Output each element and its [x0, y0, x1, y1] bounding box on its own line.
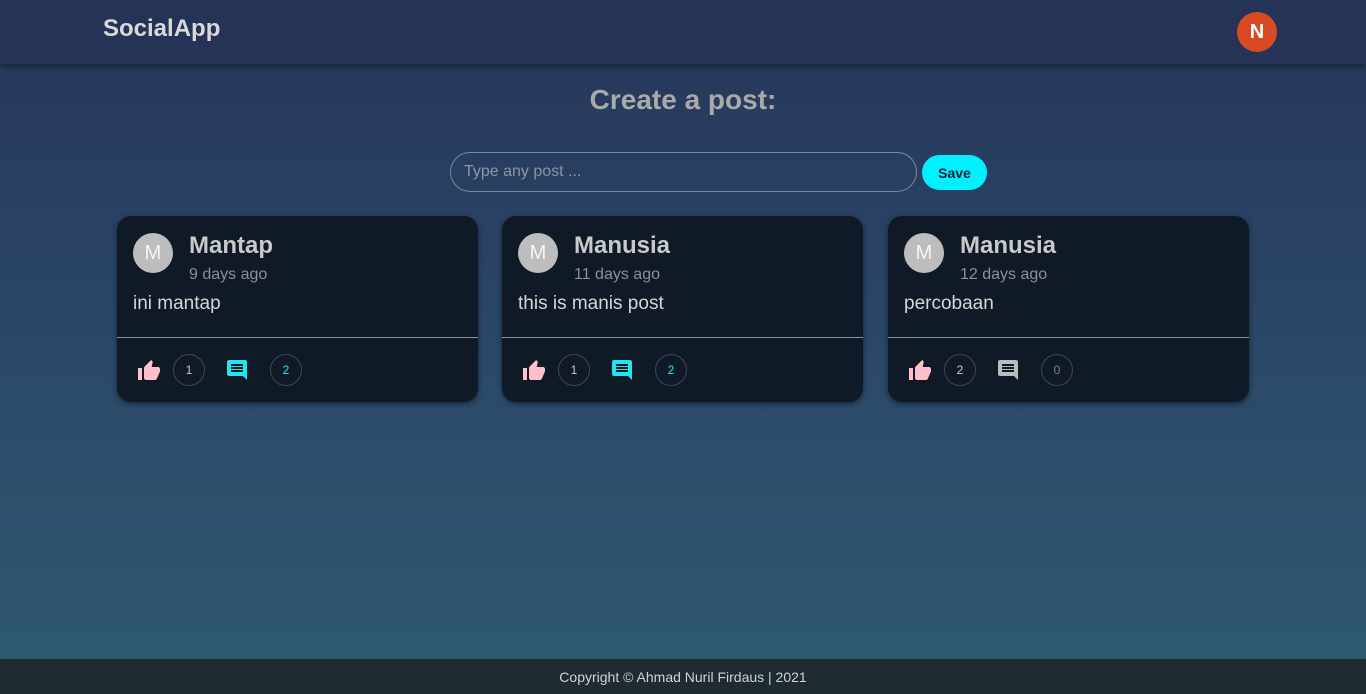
- copyright-text: Copyright © Ahmad Nuril Firdaus | 2021: [559, 668, 807, 685]
- post-timestamp: 12 days ago: [960, 266, 1048, 283]
- comment-count: 2: [270, 354, 302, 386]
- post-content: this is manis post: [518, 293, 664, 314]
- like-count: 1: [558, 354, 590, 386]
- post-author: Manusia: [960, 232, 1057, 259]
- comment-count: 2: [655, 354, 687, 386]
- create-post-title: Create a post:: [589, 84, 777, 115]
- card-divider: [117, 337, 478, 338]
- brand-logo[interactable]: SocialApp: [103, 15, 220, 43]
- post-input[interactable]: [450, 152, 917, 192]
- comment-icon[interactable]: [610, 358, 634, 382]
- post-card: M Manusia 11 days ago this is manis post…: [502, 216, 863, 402]
- post-content: ini mantap: [133, 293, 221, 314]
- save-button[interactable]: Save: [922, 155, 987, 190]
- like-count: 1: [173, 354, 205, 386]
- thumb-up-icon[interactable]: [522, 359, 546, 383]
- post-timestamp: 9 days ago: [189, 266, 268, 283]
- comment-count: 0: [1041, 354, 1073, 386]
- author-avatar: M: [133, 233, 173, 273]
- post-card: M Mantap 9 days ago ini mantap 1 2: [117, 216, 478, 402]
- post-author: Manusia: [574, 232, 671, 259]
- post-card: M Manusia 12 days ago percobaan 2 0: [888, 216, 1249, 402]
- card-divider: [502, 337, 863, 338]
- navbar: SocialApp N: [0, 0, 1366, 64]
- author-avatar: M: [904, 233, 944, 273]
- like-count: 2: [944, 354, 976, 386]
- post-author: Mantap: [189, 232, 273, 259]
- author-avatar: M: [518, 233, 558, 273]
- post-timestamp: 11 days ago: [574, 266, 660, 283]
- user-avatar[interactable]: N: [1237, 12, 1277, 52]
- footer: Copyright © Ahmad Nuril Firdaus | 2021: [0, 659, 1366, 694]
- post-content: percobaan: [904, 293, 994, 314]
- card-divider: [888, 337, 1249, 338]
- comment-icon[interactable]: [996, 358, 1020, 382]
- thumb-up-icon[interactable]: [137, 359, 161, 383]
- comment-icon[interactable]: [225, 358, 249, 382]
- thumb-up-icon[interactable]: [908, 359, 932, 383]
